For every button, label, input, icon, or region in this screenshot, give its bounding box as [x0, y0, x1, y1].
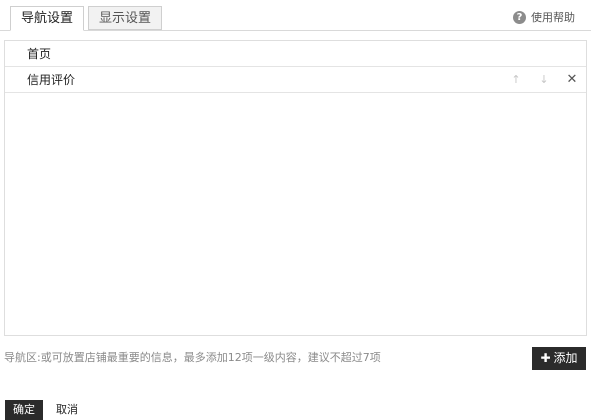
row-actions: ↑ ↓ ✕: [510, 67, 578, 93]
list-item-credit-review[interactable]: 信用评价 ↑ ↓ ✕: [5, 67, 586, 93]
close-icon[interactable]: ✕: [566, 67, 578, 93]
tab-nav-settings[interactable]: 导航设置: [10, 6, 85, 31]
hint-text: 导航区:或可放置店铺最重要的信息，最多添加12项一级内容，建议不超过7项: [4, 351, 381, 364]
arrow-down-icon[interactable]: ↓: [538, 67, 550, 93]
tab-display-settings[interactable]: 显示设置: [88, 6, 163, 30]
nav-settings-dialog: 导航设置 显示设置 ? 使用帮助 首页 信用评价 ↑ ↓ ✕ 导航区:或可放置店…: [0, 0, 591, 420]
add-button-label: 添加: [553, 351, 578, 365]
question-icon: ?: [513, 10, 526, 24]
list-item-home[interactable]: 首页: [5, 41, 586, 67]
cancel-button[interactable]: 取消: [50, 400, 84, 420]
list-item-label: 信用评价: [27, 73, 76, 87]
tab-divider: [0, 30, 591, 31]
list-item-label: 首页: [27, 47, 52, 61]
tab-bar: 导航设置 显示设置 ? 使用帮助: [0, 0, 591, 32]
arrow-up-icon[interactable]: ↑: [510, 67, 522, 93]
nav-item-list: 首页 信用评价 ↑ ↓ ✕: [4, 40, 587, 336]
help-label: 使用帮助: [531, 11, 575, 24]
confirm-button[interactable]: 确定: [5, 400, 43, 420]
add-item-button[interactable]: ✚ 添加: [532, 347, 586, 370]
plus-icon: ✚: [540, 351, 551, 365]
help-link[interactable]: ? 使用帮助: [513, 9, 575, 25]
